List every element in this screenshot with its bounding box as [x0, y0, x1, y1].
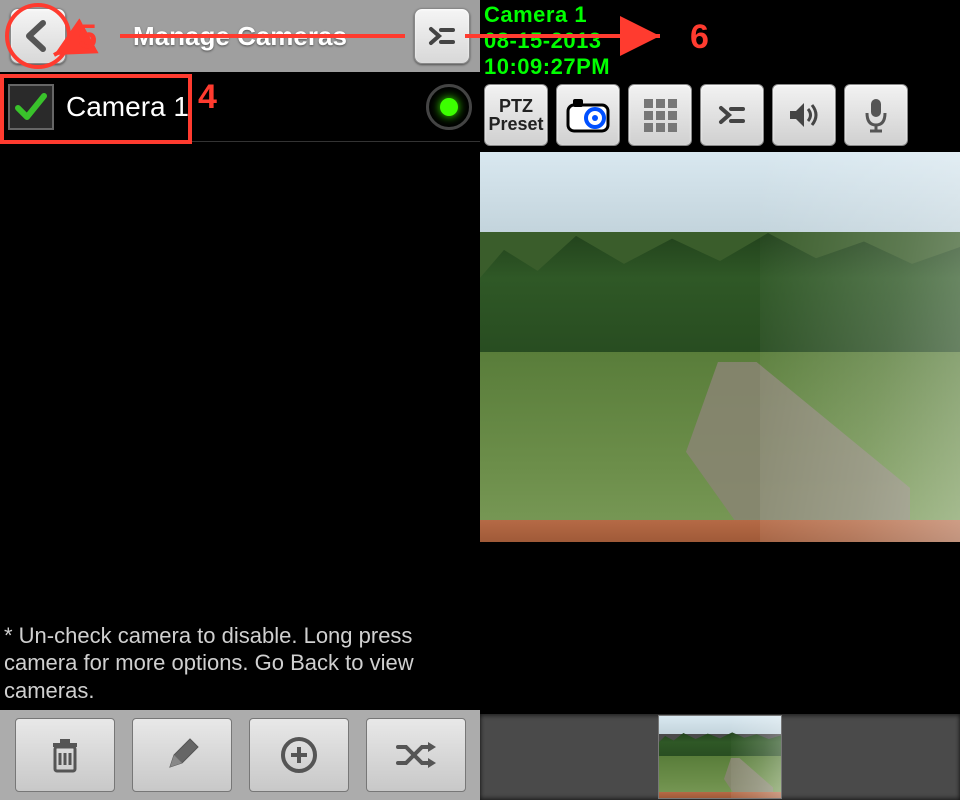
camera-thumbnail[interactable]: [658, 715, 782, 799]
status-camera-name: Camera 1: [484, 2, 956, 28]
left-title: Manage Cameras: [74, 21, 406, 52]
right-toolbar: PTZ Preset: [480, 80, 960, 152]
edit-camera-button[interactable]: [132, 718, 232, 792]
add-camera-button[interactable]: [249, 718, 349, 792]
microphone-button[interactable]: [844, 84, 908, 146]
scene-glare: [760, 152, 960, 542]
grid-icon: [640, 95, 680, 135]
shuffle-cameras-button[interactable]: [366, 718, 466, 792]
thumbnail-strip[interactable]: [480, 714, 960, 800]
ptz-preset-button[interactable]: PTZ Preset: [484, 84, 548, 146]
trash-icon: [43, 733, 87, 777]
status-time: 10:09:27PM: [484, 54, 956, 80]
advanced-menu-icon: [425, 19, 459, 53]
ptz-label-1: PTZ: [488, 97, 543, 115]
live-camera-view[interactable]: [480, 152, 960, 542]
instruction-text: * Un-check camera to disable. Long press…: [0, 618, 480, 709]
pencil-icon: [160, 733, 204, 777]
ptz-label-2: Preset: [488, 115, 543, 133]
back-arrow-icon: [21, 19, 55, 53]
status-block: Camera 1 08-15-2013 10:09:27PM: [480, 0, 960, 80]
speaker-icon: [786, 97, 822, 133]
camera-list-item[interactable]: Camera 1: [0, 72, 480, 142]
left-bottom-toolbar: [0, 710, 480, 800]
advanced-menu-button-right[interactable]: [700, 84, 764, 146]
delete-camera-button[interactable]: [15, 718, 115, 792]
shuffle-icon: [392, 733, 440, 777]
back-button[interactable]: [10, 8, 66, 64]
manage-cameras-pane: Manage Cameras Camera 1 * Un-check camer…: [0, 0, 480, 800]
advanced-menu-button-left[interactable]: [414, 8, 470, 64]
checkmark-icon: [14, 90, 48, 124]
camera-icon: [565, 95, 611, 135]
advanced-menu-icon: [715, 98, 749, 132]
plus-circle-icon: [277, 733, 321, 777]
camera-label: Camera 1: [66, 91, 414, 123]
recording-dot-icon: [440, 98, 458, 116]
recording-indicator[interactable]: [426, 84, 472, 130]
left-header: Manage Cameras: [0, 0, 480, 72]
multiview-button[interactable]: [628, 84, 692, 146]
live-view-pane: Camera 1 08-15-2013 10:09:27PM PTZ Prese…: [480, 0, 960, 800]
snapshot-button[interactable]: [556, 84, 620, 146]
camera-checkbox[interactable]: [8, 84, 54, 130]
microphone-icon: [861, 95, 891, 135]
status-date: 08-15-2013: [484, 28, 956, 54]
audio-button[interactable]: [772, 84, 836, 146]
